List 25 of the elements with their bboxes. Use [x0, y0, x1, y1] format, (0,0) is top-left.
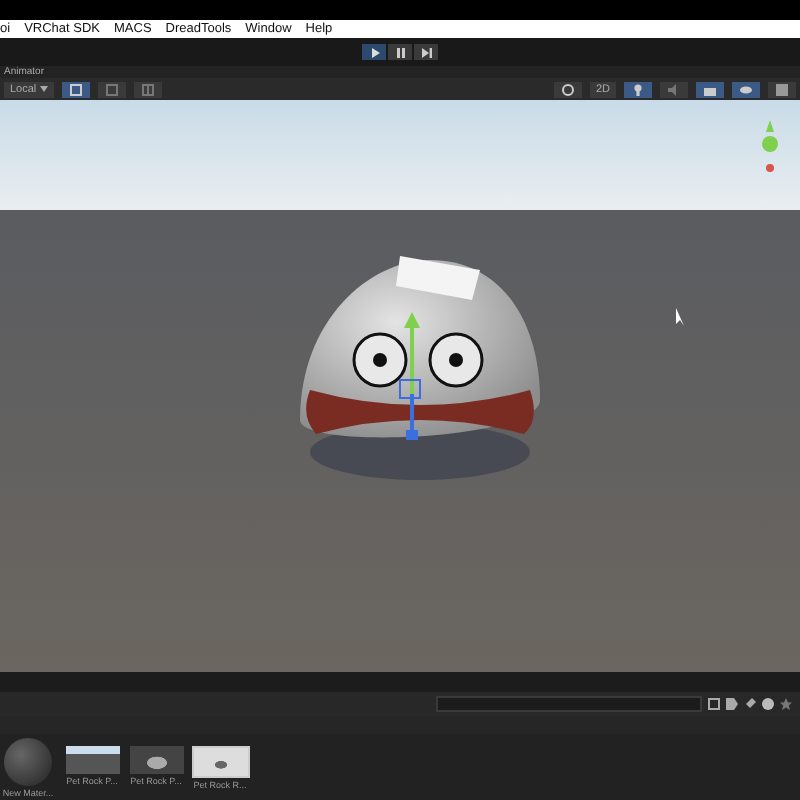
star-icon[interactable]: [780, 698, 792, 710]
tag-icon[interactable]: [744, 698, 756, 710]
shading-icon[interactable]: [553, 81, 582, 97]
visibility-icon[interactable]: [732, 81, 760, 97]
light-icon[interactable]: [624, 81, 652, 97]
pause-button[interactable]: [388, 44, 412, 60]
step-icon: [421, 47, 431, 57]
grid-snap-icon[interactable]: [62, 81, 91, 97]
search-field[interactable]: [436, 696, 702, 712]
step-button[interactable]: [414, 44, 438, 60]
scene-thumbnail[interactable]: [65, 746, 119, 774]
scene-view-drawing[interactable]: [0, 100, 800, 672]
layout-icon[interactable]: [134, 81, 163, 97]
label-icon[interactable]: [726, 698, 738, 710]
rock-thumbnail[interactable]: [129, 746, 183, 774]
effects-icon[interactable]: [696, 81, 724, 97]
rock-thumbnail[interactable]: [191, 746, 249, 778]
caret-icon: [40, 86, 49, 92]
pause-icon: [395, 47, 405, 57]
filter-icon[interactable]: [708, 698, 720, 710]
material-sphere[interactable]: [4, 738, 52, 786]
gizmos-icon[interactable]: [768, 81, 796, 97]
info-icon[interactable]: [762, 698, 774, 710]
play-button[interactable]: [362, 44, 386, 60]
play-icon: [369, 47, 379, 57]
